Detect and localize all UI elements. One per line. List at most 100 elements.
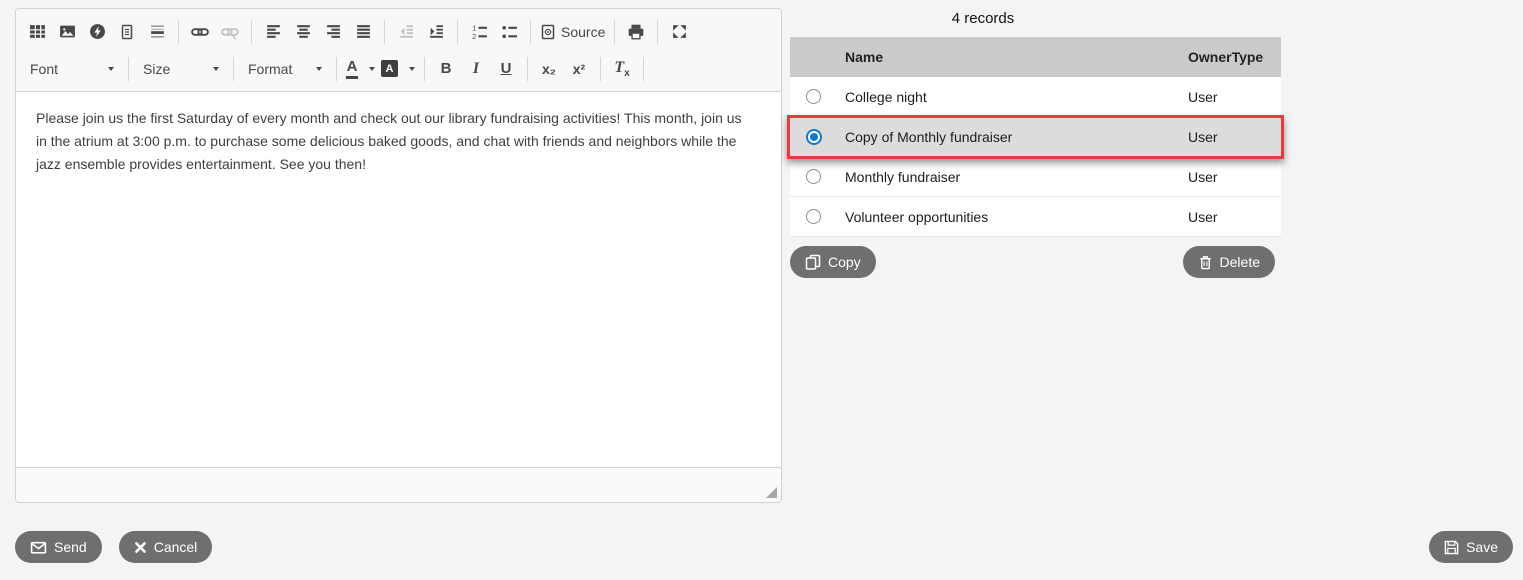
source-button[interactable]: Source — [537, 17, 608, 47]
toolbar-separator — [657, 20, 658, 44]
send-button-label: Send — [54, 539, 87, 555]
record-radio-button[interactable] — [806, 129, 822, 145]
table-row[interactable]: Monthly fundraiser User — [790, 157, 1281, 197]
insert-horizontal-line-button[interactable] — [142, 17, 172, 47]
underline-button[interactable]: U — [491, 54, 521, 84]
format-dropdown[interactable]: Format — [240, 55, 330, 83]
record-radio-button[interactable] — [806, 209, 821, 224]
background-color-icon: A — [381, 60, 398, 77]
record-radio-button[interactable] — [806, 89, 821, 104]
toolbar-separator — [527, 57, 528, 81]
save-button[interactable]: Save — [1429, 531, 1513, 563]
copy-button[interactable]: Copy — [790, 246, 876, 278]
bold-button[interactable]: B — [431, 54, 461, 84]
align-left-icon — [265, 23, 282, 40]
toolbar-row-2: Font Size Format A A — [22, 50, 775, 87]
toolbar-separator — [178, 20, 179, 44]
bulleted-list-button[interactable] — [494, 17, 524, 47]
font-dropdown[interactable]: Font — [22, 55, 122, 83]
remove-format-button[interactable]: Tx — [607, 54, 637, 84]
svg-text:2: 2 — [472, 32, 476, 40]
numbered-list-icon: 12 — [471, 23, 488, 40]
text-color-button[interactable]: A — [343, 54, 378, 84]
image-icon — [59, 23, 76, 40]
numbered-list-button[interactable]: 12 — [464, 17, 494, 47]
toolbar-separator — [600, 57, 601, 81]
toolbar-separator — [233, 57, 234, 81]
source-icon — [540, 24, 556, 40]
chevron-down-icon — [316, 67, 322, 71]
flash-icon — [89, 23, 106, 40]
record-name: Volunteer opportunities — [845, 209, 1188, 225]
size-dropdown-label: Size — [143, 61, 170, 77]
italic-button[interactable]: I — [461, 54, 491, 84]
insert-flash-button[interactable] — [82, 17, 112, 47]
chevron-down-icon — [369, 67, 375, 71]
column-header-ownertype: OwnerType — [1188, 49, 1281, 65]
maximize-icon — [671, 23, 688, 40]
table-row[interactable]: Copy of Monthly fundraiser User — [790, 117, 1281, 157]
copy-icon — [805, 254, 821, 270]
record-radio-button[interactable] — [806, 169, 821, 184]
resize-handle[interactable] — [766, 487, 777, 498]
editor-toolbar: 12 Source Font — [16, 9, 781, 92]
toolbar-row-1: 12 Source — [22, 13, 775, 50]
chevron-down-icon — [409, 67, 415, 71]
align-center-icon — [295, 23, 312, 40]
insert-image-button[interactable] — [52, 17, 82, 47]
insert-table-button[interactable] — [22, 17, 52, 47]
column-header-name: Name — [845, 49, 1188, 65]
align-left-button[interactable] — [258, 17, 288, 47]
subscript-button[interactable]: x₂ — [534, 54, 564, 84]
close-icon — [134, 541, 147, 554]
record-name: Copy of Monthly fundraiser — [845, 129, 1188, 145]
print-button[interactable] — [621, 17, 651, 47]
insert-page-button[interactable] — [112, 17, 142, 47]
background-color-button[interactable]: A — [378, 54, 418, 84]
toolbar-separator — [530, 20, 531, 44]
editor-paragraph: Please join us the first Saturday of eve… — [36, 107, 756, 176]
footer-left-actions: Send Cancel — [15, 531, 212, 563]
bulleted-list-icon — [501, 23, 518, 40]
document-icon — [119, 24, 135, 40]
copy-button-label: Copy — [828, 254, 861, 270]
superscript-button[interactable]: x² — [564, 54, 594, 84]
toolbar-separator — [424, 57, 425, 81]
toolbar-separator — [643, 57, 644, 81]
maximize-button[interactable] — [664, 17, 694, 47]
table-row[interactable]: College night User — [790, 77, 1281, 117]
table-icon — [29, 23, 46, 40]
editor-content-area[interactable]: Please join us the first Saturday of eve… — [16, 92, 781, 467]
rich-text-editor: 12 Source Font — [15, 8, 782, 503]
send-button[interactable]: Send — [15, 531, 102, 563]
toolbar-separator — [614, 20, 615, 44]
print-icon — [627, 23, 645, 41]
records-table: Name OwnerType College night User Copy o… — [790, 37, 1281, 237]
align-right-icon — [325, 23, 342, 40]
delete-button[interactable]: Delete — [1183, 246, 1275, 278]
footer-right-actions: Save — [1429, 531, 1513, 563]
toolbar-separator — [128, 57, 129, 81]
chevron-down-icon — [213, 67, 219, 71]
size-dropdown[interactable]: Size — [135, 55, 227, 83]
align-center-button[interactable] — [288, 17, 318, 47]
records-count: 4 records — [790, 10, 1176, 27]
table-row[interactable]: Volunteer opportunities User — [790, 197, 1281, 237]
link-button[interactable] — [185, 17, 215, 47]
justify-icon — [355, 23, 372, 40]
outdent-icon — [398, 23, 415, 40]
text-color-icon: A — [346, 59, 358, 79]
editor-status-bar — [16, 467, 781, 502]
align-right-button[interactable] — [318, 17, 348, 47]
records-actions: Copy Delete — [790, 246, 1281, 278]
justify-button[interactable] — [348, 17, 378, 47]
indent-icon — [428, 23, 445, 40]
page: { "colors": { "page_background": "#f4f4f… — [0, 0, 1523, 580]
cancel-button[interactable]: Cancel — [119, 531, 213, 563]
format-dropdown-label: Format — [248, 61, 292, 77]
indent-button[interactable] — [421, 17, 451, 47]
record-owner-type: User — [1188, 129, 1281, 145]
toolbar-separator — [457, 20, 458, 44]
remove-format-icon: Tx — [614, 59, 629, 79]
record-name: College night — [845, 89, 1188, 105]
